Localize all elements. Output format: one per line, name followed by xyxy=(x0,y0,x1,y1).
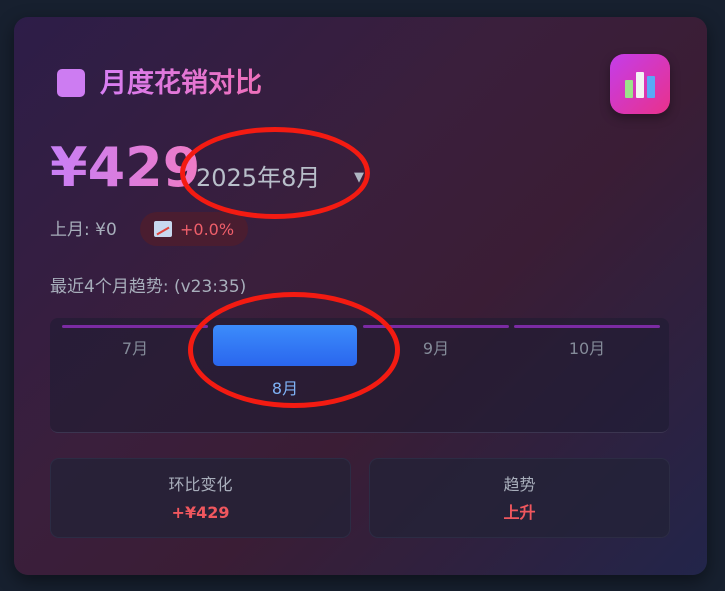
previous-month-amount: 上月: ¥0 xyxy=(50,220,117,240)
trend-label: 最近4个月趋势: (v23:35) xyxy=(50,277,247,297)
stat-trend: 趋势 上升 xyxy=(369,458,670,538)
month-column-10[interactable]: 10月 xyxy=(514,318,660,433)
total-amount: ¥429 xyxy=(50,136,201,199)
title-square-icon xyxy=(57,69,85,97)
stat-mom-change: 环比变化 +¥429 xyxy=(50,458,351,538)
chart-icon[interactable] xyxy=(610,54,670,114)
chart-icon-bar xyxy=(636,72,644,98)
annotation-ellipse-month xyxy=(180,127,370,219)
chart-icon-bar xyxy=(647,76,655,98)
change-percent: +0.0% xyxy=(180,219,235,239)
card-title: 月度花销对比 xyxy=(100,64,262,104)
month-label: 7月 xyxy=(121,339,149,358)
stat-label: 环比变化 xyxy=(168,475,233,494)
month-column-7[interactable]: 7月 xyxy=(62,318,208,433)
annotation-ellipse-bar xyxy=(188,292,400,408)
change-badge: +0.0% xyxy=(140,212,248,246)
stat-label: 趋势 xyxy=(503,475,536,494)
month-line xyxy=(62,325,208,328)
stat-value: 上升 xyxy=(503,503,536,522)
stat-value: +¥429 xyxy=(171,503,230,522)
month-label: 10月 xyxy=(568,339,606,358)
month-line xyxy=(514,325,660,328)
trend-up-icon xyxy=(154,221,172,237)
chart-icon-bar xyxy=(625,80,633,98)
